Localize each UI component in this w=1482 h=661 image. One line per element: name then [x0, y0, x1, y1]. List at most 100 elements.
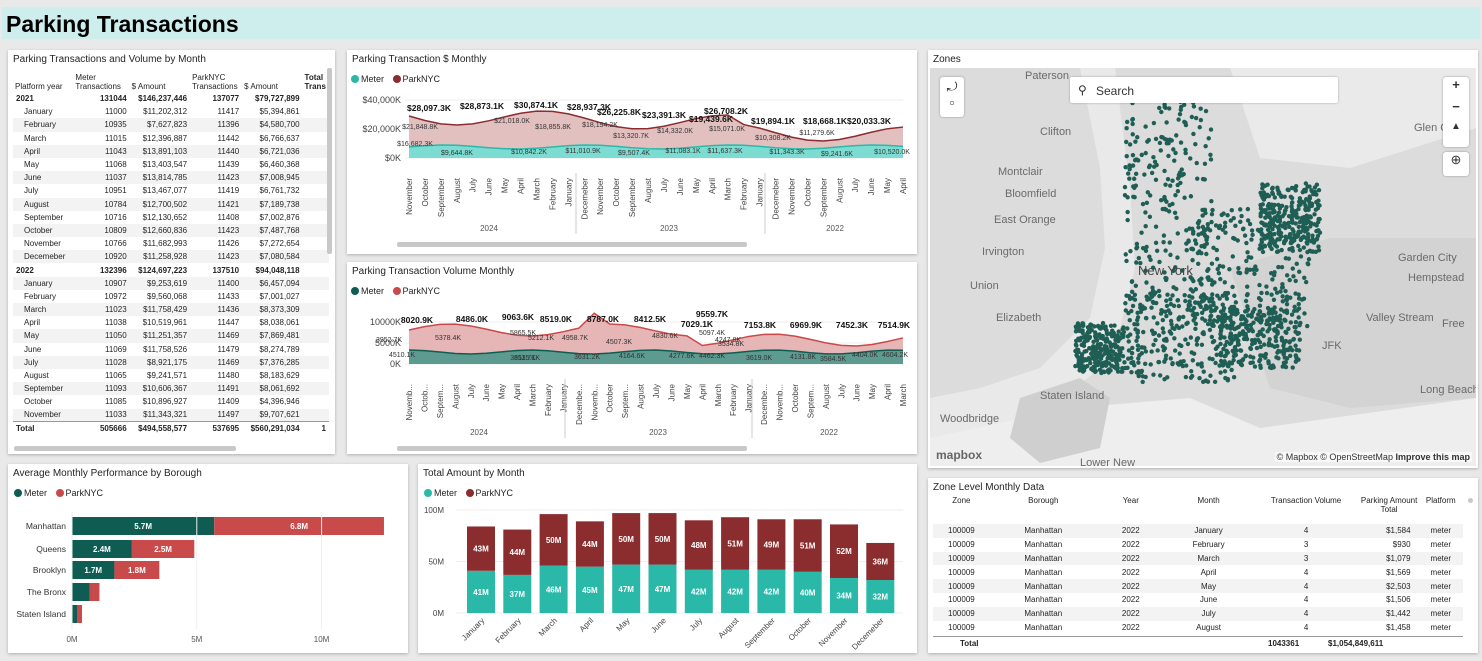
month-row[interactable]: November 11033 $11,343,321 11497 $9,707,621: [13, 408, 329, 422]
month-row[interactable]: May 11068 $13,403,547 11439 $6,460,368: [13, 158, 329, 171]
zone-point: [1217, 223, 1223, 229]
col-park-tx[interactable]: ParkNYC Transactions: [190, 66, 242, 92]
month-row[interactable]: Decemeber 10920 $11,258,928 11423 $7,080,584: [13, 250, 329, 264]
zone-point: [1182, 293, 1187, 298]
zone-point: [1305, 231, 1311, 237]
zone-col-header[interactable]: Year: [1097, 494, 1165, 524]
zone-point: [1283, 288, 1288, 294]
zone-point: [1208, 314, 1213, 319]
zone-cell: meter: [1418, 524, 1463, 538]
zone-point: [1215, 266, 1220, 272]
table-row[interactable]: 100009 Manhattan 2022 March 3 $1,079 meter: [933, 551, 1463, 566]
zone-point: [1142, 172, 1147, 177]
improve-map-link[interactable]: Improve this map: [1395, 452, 1470, 462]
meter-data-label: $11,343.3K: [769, 149, 805, 156]
month-row[interactable]: July 11028 $8,921,175 11469 $7,376,285: [13, 355, 329, 369]
zone-point: [1232, 293, 1237, 298]
lasso-select-button[interactable]: ⤾ ▫: [940, 77, 964, 117]
matrix-cell: 11423: [190, 223, 243, 238]
zone-point: [1260, 353, 1265, 358]
chart-hscrollbar[interactable]: [397, 242, 747, 247]
zone-point: [1179, 173, 1185, 178]
col-total[interactable]: Total Trans: [303, 66, 329, 92]
zoom-in-button[interactable]: +: [1443, 77, 1469, 99]
zone-point: [1153, 224, 1159, 229]
total-row[interactable]: Total 505666 $494,558,577 537695 $560,291,03…: [13, 421, 329, 435]
month-row[interactable]: April 11043 $13,891,103 11440 $6,721,036: [13, 144, 329, 158]
meter-data-label: 42M: [764, 587, 780, 596]
month-row[interactable]: March 11023 $11,758,429 11436 $8,373,309: [13, 303, 329, 317]
matrix-scrollbar[interactable]: [327, 68, 332, 254]
month-row[interactable]: January 11000 $11,202,312 11417 $5,394,861: [13, 105, 329, 118]
month-row[interactable]: June 11037 $13,814,785 11423 $7,008,945: [13, 171, 329, 185]
month-row[interactable]: October 11085 $10,896,927 11409 $4,396,946: [13, 395, 329, 408]
meter-bar[interactable]: [72, 583, 90, 601]
zone-point: [1166, 308, 1171, 313]
zone-col-header[interactable]: Transaction Volume: [1252, 494, 1359, 524]
zone-point: [1208, 296, 1213, 301]
table-row[interactable]: 100009 Manhattan 2022 July 4 $1,442 meter: [933, 606, 1463, 621]
zone-col-header[interactable]: Month: [1165, 494, 1253, 524]
col-park-amt[interactable]: $ Amount: [242, 66, 302, 92]
zone-table-scrollbar[interactable]: [1468, 498, 1473, 503]
matrix-cell: September: [13, 382, 74, 396]
zoom-extent-button[interactable]: ⊕: [1443, 152, 1469, 176]
zone-point: [1194, 338, 1199, 343]
zone-point: [1153, 136, 1159, 142]
meter-bar[interactable]: [72, 605, 77, 623]
month-row[interactable]: November 10766 $11,682,993 11426 $7,272,654: [13, 237, 329, 250]
year-row[interactable]: 2021 131044 $146,237,446 137077 $79,727,899: [13, 92, 329, 105]
month-row[interactable]: September 10716 $12,130,652 11408 $7,002,876: [13, 211, 329, 224]
month-row[interactable]: February 10935 $7,627,823 11396 $4,580,700: [13, 118, 329, 132]
matrix-cell: February: [13, 118, 74, 132]
x-tick-label: August: [453, 177, 462, 203]
zone-point: [1117, 352, 1122, 357]
zoom-out-button[interactable]: −: [1443, 99, 1469, 121]
chart-hscrollbar[interactable]: [397, 446, 747, 451]
year-row[interactable]: 2022 132396 $124,697,223 137510 $94,048,118: [13, 263, 329, 276]
month-row[interactable]: January 10907 $9,253,619 11400 $6,457,094: [13, 276, 329, 290]
col-meter-amt[interactable]: $ Amount: [130, 66, 190, 92]
col-year[interactable]: Platform year: [13, 66, 73, 92]
table-row[interactable]: 100009 Manhattan 2022 January 4 $1,584 meter: [933, 524, 1463, 538]
table-row[interactable]: 100009 Manhattan 2022 August 4 $1,458 meter: [933, 621, 1463, 635]
compass-icon[interactable]: ▲: [1443, 121, 1469, 143]
zone-point: [1121, 334, 1126, 340]
zone-col-header[interactable]: Parking Amount Total: [1360, 494, 1419, 524]
month-row[interactable]: April 11038 $10,519,961 11447 $8,038,061: [13, 316, 329, 329]
map-search[interactable]: ⚲ Search: [1070, 77, 1338, 103]
parknyc-bar[interactable]: [89, 583, 100, 601]
zone-point: [1267, 322, 1272, 328]
table-row[interactable]: 100009 Manhattan 2022 May 4 $2,503 meter: [933, 579, 1463, 593]
search-input[interactable]: Search: [1096, 84, 1134, 98]
zone-col-header[interactable]: Zone: [933, 494, 990, 524]
x-tick-label: May: [683, 384, 692, 399]
x-tick-label: 0M: [66, 635, 77, 644]
attribution-text[interactable]: © Mapbox © OpenStreetMap: [1277, 452, 1393, 462]
month-row[interactable]: February 10972 $9,560,068 11433 $7,001,027: [13, 290, 329, 303]
parknyc-bar[interactable]: [76, 605, 82, 623]
month-row[interactable]: August 11065 $9,241,571 11480 $8,183,629: [13, 369, 329, 382]
month-row[interactable]: August 10784 $12,700,502 11421 $7,189,738: [13, 197, 329, 211]
matrix-cell: $9,253,619: [129, 276, 191, 290]
matrix-hscrollbar[interactable]: [14, 446, 236, 451]
map-canvas[interactable]: Paterson Clifton Montclair Bloomfield East O…: [930, 68, 1476, 466]
month-row[interactable]: June 11069 $11,758,526 11479 $8,274,789: [13, 343, 329, 356]
zone-table-card: Zone Level Monthly Data Zone Borough Year M…: [928, 478, 1478, 653]
month-row[interactable]: March 11015 $12,396,887 11442 $6,766,637: [13, 132, 329, 145]
table-row[interactable]: 100009 Manhattan 2022 February 3 $930 meter: [933, 538, 1463, 552]
y-tick-label: 50M: [428, 558, 444, 567]
month-row[interactable]: July 10951 $13,467,077 11419 $6,761,732: [13, 184, 329, 197]
zone-col-header[interactable]: Borough: [990, 494, 1097, 524]
year-label: 2023: [660, 224, 678, 233]
table-row[interactable]: 100009 Manhattan 2022 June 4 $1,506 meter: [933, 593, 1463, 607]
month-row[interactable]: October 10809 $12,660,836 11423 $7,487,768: [13, 223, 329, 238]
x-tick-label: Octob...: [420, 384, 429, 412]
month-row[interactable]: September 11093 $10,606,367 11491 $8,061,692: [13, 382, 329, 396]
col-meter-tx[interactable]: Meter Transactions: [73, 66, 129, 92]
zone-point: [1208, 157, 1214, 162]
table-row[interactable]: 100009 Manhattan 2022 April 4 $1,569 meter: [933, 565, 1463, 579]
month-row[interactable]: May 11050 $11,251,357 11469 $7,869,481: [13, 329, 329, 343]
x-tick-label: April: [517, 178, 526, 194]
zone-col-header[interactable]: Platform: [1419, 494, 1463, 524]
